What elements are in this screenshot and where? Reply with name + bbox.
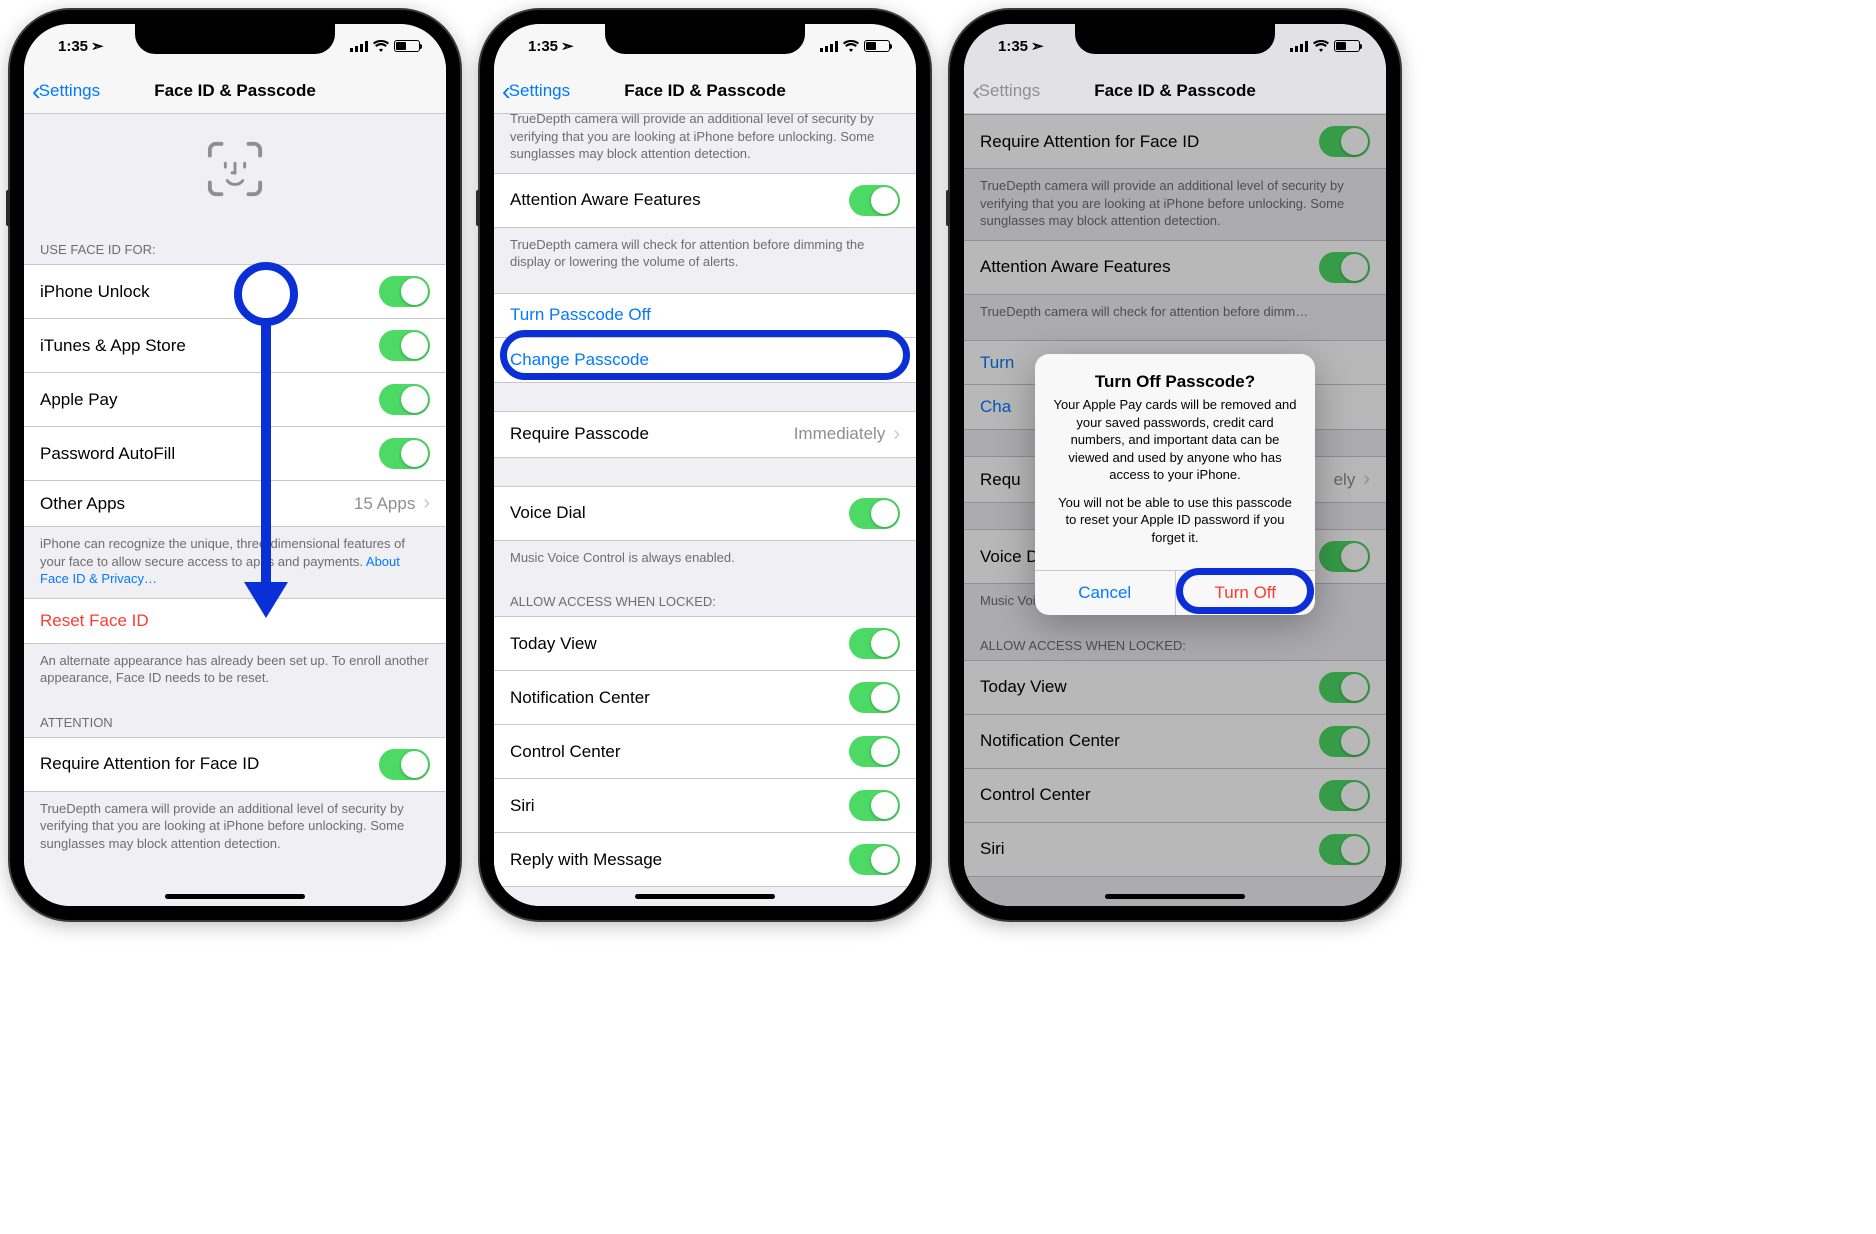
annotation-scroll-start-circle [234,262,298,326]
phone-mockup-1: 1:35➣ ‹ Settings Face ID & Passcode [10,10,460,920]
section-header-use-faceid: USE FACE ID FOR: [24,224,446,264]
row-password-autofill[interactable]: Password AutoFill [24,427,446,481]
back-label: Settings [39,81,100,101]
annotation-highlight-turn-passcode-off [500,330,910,380]
row-label: Require Attention for Face ID [40,754,379,774]
toggle-switch[interactable] [849,682,900,713]
battery-icon [864,40,890,52]
row-notification-center[interactable]: Notification Center [494,671,916,725]
row-label: Reset Face ID [40,611,430,631]
row-control-center[interactable]: Control Center [494,725,916,779]
notch [135,24,335,54]
row-label: Other Apps [40,494,354,514]
navigation-bar: ‹ Settings Face ID & Passcode [24,68,446,114]
notch [1075,24,1275,54]
annotation-highlight-turn-off [1176,568,1314,614]
status-time: 1:35 [998,38,1028,55]
row-attention-aware[interactable]: Attention Aware Features [494,174,916,227]
row-label: Require Passcode [510,424,794,444]
row-label: iTunes & App Store [40,336,379,356]
battery-icon [1334,40,1360,52]
row-label: Attention Aware Features [510,190,849,210]
home-indicator[interactable] [635,894,775,899]
row-label: Siri [510,796,849,816]
row-detail: Immediately [794,424,886,444]
back-button[interactable]: ‹ Settings [32,78,100,104]
toggle-switch[interactable] [379,384,430,415]
section-footer-attention: TrueDepth camera will provide an additio… [24,792,446,863]
toggle-switch[interactable] [849,844,900,875]
row-label: Password AutoFill [40,444,379,464]
toggle-switch[interactable] [849,736,900,767]
row-itunes-appstore[interactable]: iTunes & App Store [24,319,446,373]
chevron-right-icon: › [423,492,430,515]
toggle-switch[interactable] [849,790,900,821]
toggle-switch[interactable] [849,185,900,216]
row-label: Turn Passcode Off [510,305,900,325]
status-time: 1:35 [58,38,88,55]
row-require-passcode[interactable]: Require Passcode Immediately › [494,412,916,457]
location-services-icon: ➣ [91,37,104,55]
row-require-attention[interactable]: Require Attention for Face ID [24,738,446,791]
alert-title: Turn Off Passcode? [1051,372,1299,392]
toggle-switch[interactable] [849,498,900,529]
annotation-scroll-arrow-head [244,582,288,618]
phone-mockup-2: 1:35➣ ‹ Settings Face ID & Passcode True… [480,10,930,920]
notch [605,24,805,54]
cellular-signal-icon [350,41,368,52]
phone-mockup-3: 1:35➣ ‹ Settings Face ID & Passcode Requ… [950,10,1400,920]
toggle-switch[interactable] [379,438,430,469]
back-label: Settings [509,81,570,101]
faceid-icon [206,140,264,198]
row-today-view[interactable]: Today View [494,617,916,671]
faceid-hero [24,114,446,224]
location-services-icon: ➣ [561,37,574,55]
row-label: Voice Dial [510,503,849,523]
row-apple-pay[interactable]: Apple Pay [24,373,446,427]
row-reset-faceid[interactable]: Reset Face ID [24,599,446,643]
row-label: iPhone Unlock [40,282,379,302]
wifi-icon [843,40,859,52]
section-header-allow-locked: ALLOW ACCESS WHEN LOCKED: [494,576,916,616]
location-services-icon: ➣ [1031,37,1044,55]
row-siri[interactable]: Siri [494,779,916,833]
row-label: Today View [510,634,849,654]
home-indicator[interactable] [1105,894,1245,899]
row-reply-with-message[interactable]: Reply with Message [494,833,916,886]
alert-cancel-button[interactable]: Cancel [1035,571,1176,615]
section-footer-use-faceid: iPhone can recognize the unique, three-d… [24,527,446,598]
row-label: Control Center [510,742,849,762]
wifi-icon [373,40,389,52]
row-voice-dial[interactable]: Voice Dial [494,487,916,540]
back-button: ‹ Settings [972,78,1040,104]
toggle-switch[interactable] [379,749,430,780]
alert-message-2: You will not be able to use this passcod… [1051,494,1299,547]
toggle-switch[interactable] [849,628,900,659]
alert-message-1: Your Apple Pay cards will be removed and… [1051,396,1299,484]
wifi-icon [1313,40,1329,52]
row-detail: 15 Apps [354,494,415,514]
row-label: Notification Center [510,688,849,708]
status-time: 1:35 [528,38,558,55]
section-footer-attention-aware: TrueDepth camera will check for attentio… [494,228,916,281]
section-footer-attention-cut: TrueDepth camera will provide an additio… [494,114,916,173]
row-other-apps[interactable]: Other Apps 15 Apps › [24,481,446,526]
cellular-signal-icon [820,41,838,52]
section-header-attention: ATTENTION [24,697,446,737]
section-footer-reset: An alternate appearance has already been… [24,644,446,697]
navigation-bar: ‹ Settings Face ID & Passcode [494,68,916,114]
back-label: Settings [979,81,1040,101]
chevron-right-icon: › [893,423,900,446]
home-indicator[interactable] [165,894,305,899]
annotation-scroll-arrow-line [261,324,271,584]
toggle-switch[interactable] [379,330,430,361]
toggle-switch[interactable] [379,276,430,307]
row-label: Apple Pay [40,390,379,410]
back-button[interactable]: ‹ Settings [502,78,570,104]
cellular-signal-icon [1290,41,1308,52]
battery-icon [394,40,420,52]
section-footer-voice-dial: Music Voice Control is always enabled. [494,541,916,577]
navigation-bar: ‹ Settings Face ID & Passcode [964,68,1386,114]
row-label: Reply with Message [510,850,849,870]
